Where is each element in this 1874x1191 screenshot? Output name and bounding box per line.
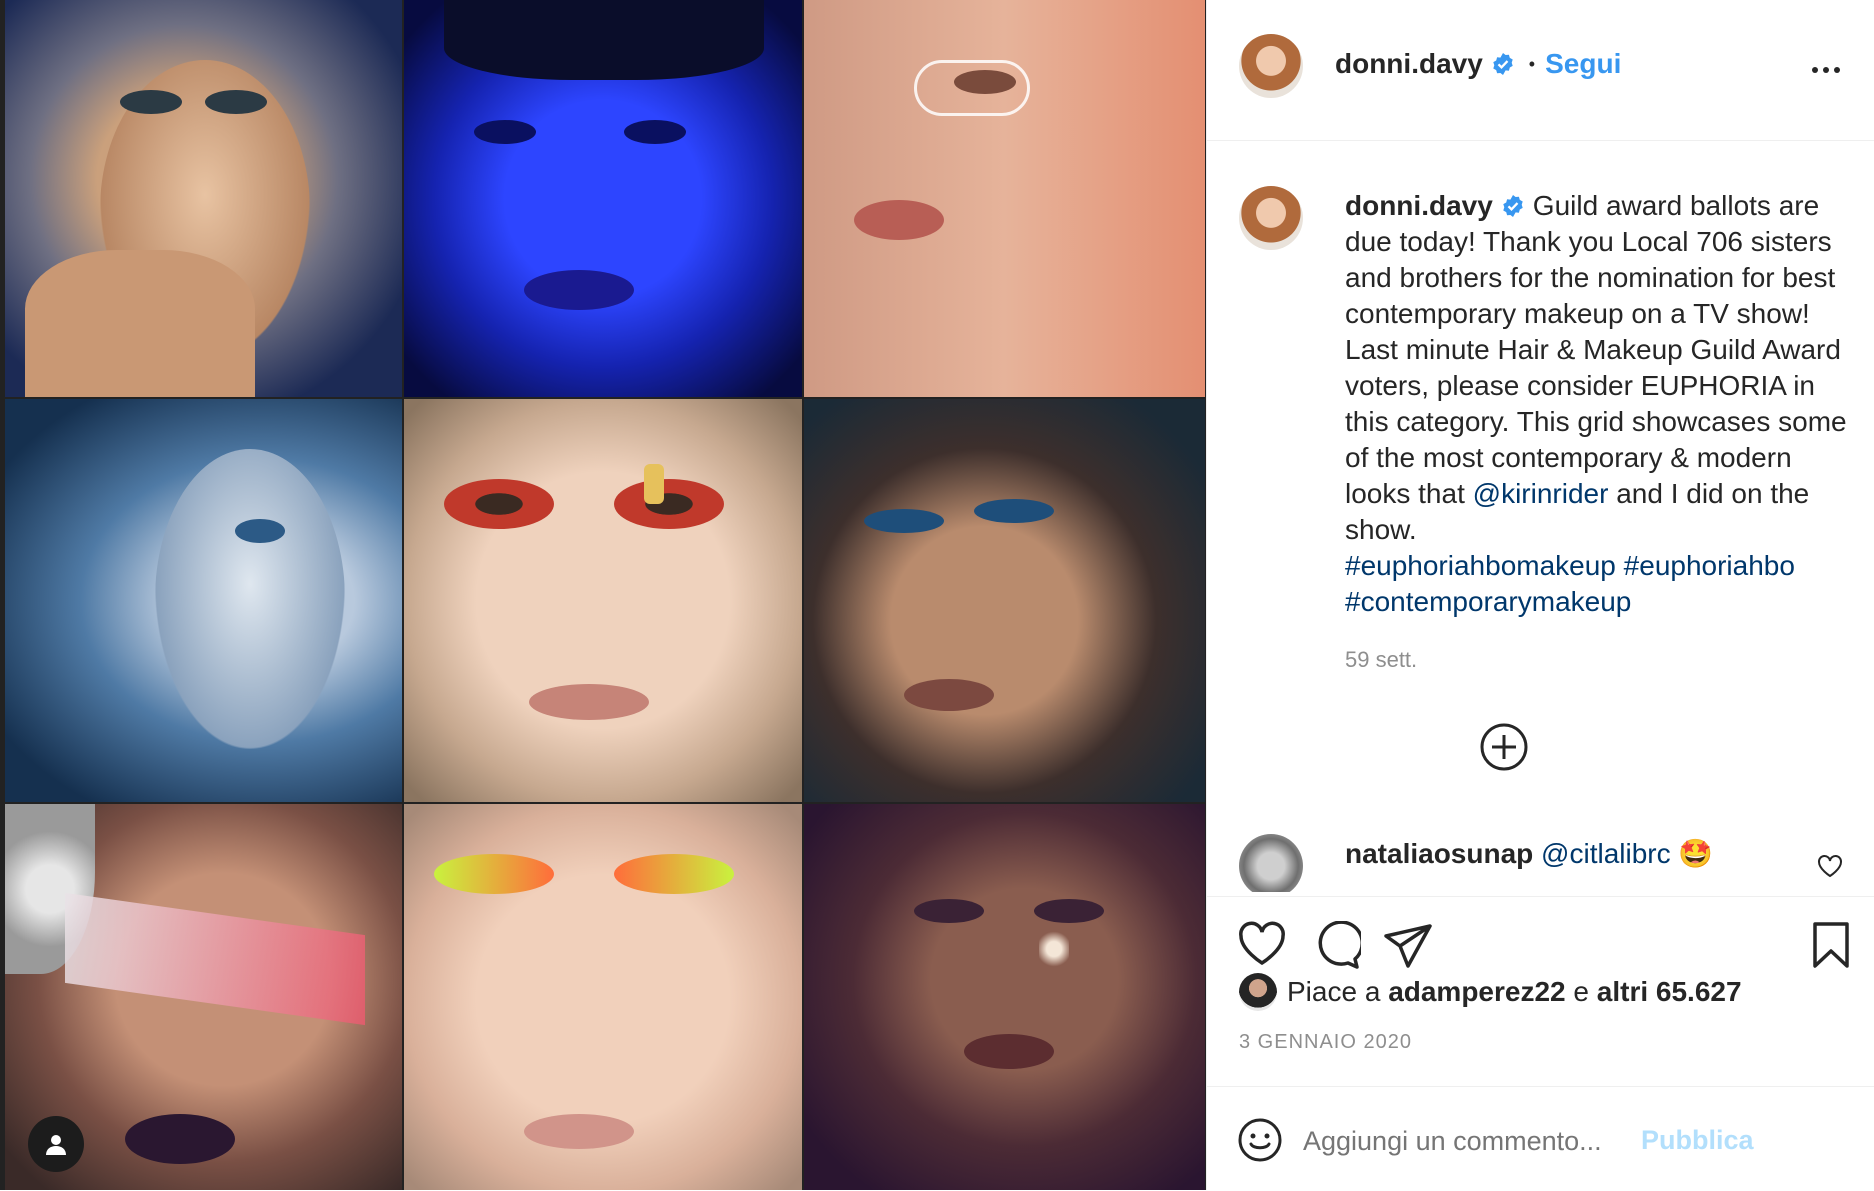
liker-username[interactable]: adamperez22 (1388, 976, 1565, 1008)
emoji-icon (1238, 1118, 1282, 1162)
grid-image-glitter-tears (804, 804, 1205, 1190)
comment-icon (1318, 920, 1365, 969)
hashtag-link[interactable]: #euphoriahbo (1624, 550, 1795, 581)
verified-badge-icon (1493, 53, 1513, 75)
share-button[interactable] (1383, 923, 1433, 974)
grid-image-red-gold-eyes (404, 399, 802, 802)
post-side-panel: donni.davy • Segui donni.davy Guild awar… (1206, 0, 1874, 1190)
more-options-button[interactable] (1811, 62, 1841, 80)
like-button[interactable] (1237, 921, 1287, 972)
caption-avatar[interactable] (1239, 186, 1303, 250)
post-header: donni.davy • Segui (1207, 0, 1874, 141)
grid-image-blue-light (404, 0, 802, 397)
hashtag-link[interactable]: #contemporarymakeup (1345, 586, 1631, 617)
more-options-icon (1812, 67, 1840, 73)
comment-button[interactable] (1311, 920, 1365, 974)
follow-button[interactable]: Segui (1545, 48, 1621, 80)
comment-username[interactable]: nataliaosunap (1345, 838, 1533, 869)
header-separator: • (1528, 53, 1536, 74)
grid-image-blue-liner-braids (804, 399, 1205, 802)
comment-avatar[interactable] (1239, 834, 1303, 892)
caption-text: Guild award ballots are due today! Thank… (1345, 190, 1847, 509)
verified-badge-icon (1503, 194, 1523, 217)
load-more-plus-icon (1480, 723, 1528, 771)
caption-timestamp: 59 sett. (1345, 647, 1418, 672)
comment-like-icon (1818, 855, 1842, 878)
likes-summary: Piace a adamperez22 e altri 65.627 (1239, 973, 1742, 1011)
hashtag-link[interactable]: #euphoriahbomakeup (1345, 550, 1616, 581)
mention-link[interactable]: @kirinrider (1473, 478, 1609, 509)
caption-username[interactable]: donni.davy (1345, 190, 1493, 221)
post-caption: donni.davy Guild award ballots are due t… (1345, 188, 1855, 678)
share-icon (1384, 924, 1432, 968)
grid-image-spiky-lashes (5, 0, 402, 397)
comment-composer: Pubblica (1207, 1086, 1874, 1191)
bookmark-icon (1813, 922, 1849, 968)
user-tag-icon (46, 1135, 66, 1155)
publish-button[interactable]: Pubblica (1641, 1125, 1754, 1156)
post-date[interactable]: 3 GENNAIO 2020 (1239, 1031, 1412, 1054)
user-tag-button[interactable] (28, 1116, 84, 1172)
grid-image-neon-eyes (404, 804, 802, 1190)
emoji-button[interactable] (1237, 1117, 1283, 1168)
likes-joiner: e (1573, 976, 1589, 1007)
comment-like-button[interactable] (1817, 854, 1843, 883)
comment-emoji: 🤩 (1678, 838, 1714, 869)
load-more-comments-button[interactable] (1479, 722, 1529, 777)
heart-icon (1239, 921, 1285, 966)
author-avatar[interactable] (1239, 34, 1303, 98)
likes-others[interactable]: altri 65.627 (1597, 976, 1742, 1008)
save-button[interactable] (1811, 921, 1851, 974)
grid-image-glitter-profile (5, 399, 402, 802)
likes-prefix: Piace a (1287, 976, 1381, 1007)
comment-row: nataliaosunap @citlalibrc 🤩 (1207, 826, 1874, 892)
liker-avatar[interactable] (1239, 973, 1277, 1011)
comment-mention[interactable]: @citlalibrc (1541, 838, 1671, 869)
author-username[interactable]: donni.davy (1335, 48, 1483, 80)
post-media[interactable] (0, 0, 1206, 1190)
grid-image-cloud-eyeliner (804, 0, 1205, 397)
